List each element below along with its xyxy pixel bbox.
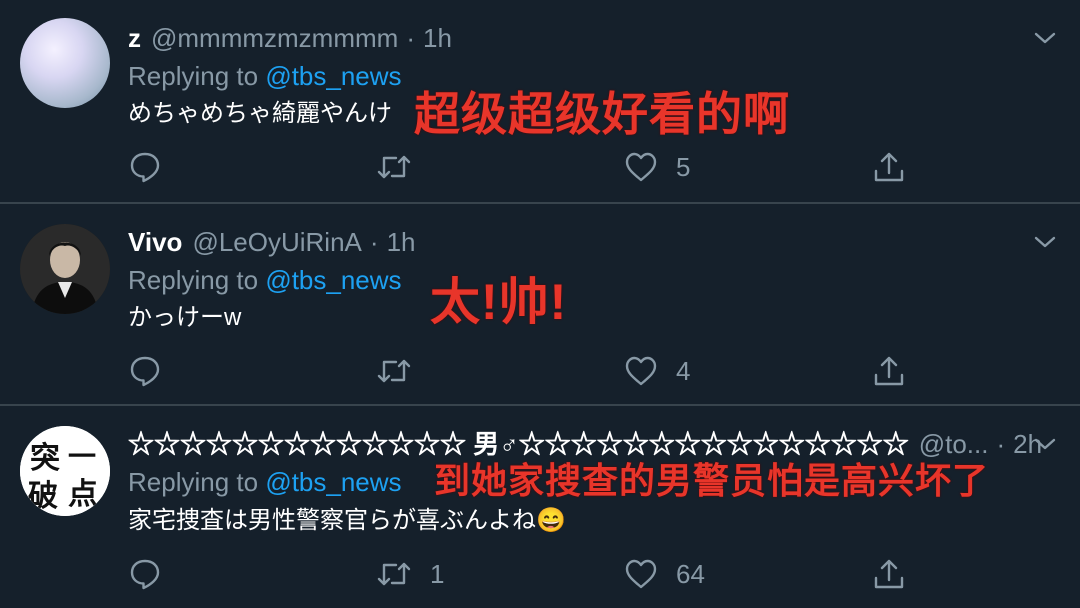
tweet-header: Vivo @LeOyUiRinA · 1h <box>128 224 415 260</box>
display-name[interactable]: ☆☆☆☆☆☆☆☆☆☆☆☆☆ 男♂☆☆☆☆☆☆☆☆☆☆☆☆☆☆☆ <box>128 426 909 462</box>
retweet-count: 1 <box>430 559 445 589</box>
tweet-actions: 4 <box>128 351 928 391</box>
user-handle[interactable]: @to... <box>919 426 989 462</box>
retweet-button[interactable]: 1 <box>376 554 444 594</box>
retweet-button[interactable] <box>376 147 430 187</box>
reply-icon <box>130 559 160 590</box>
separator-dot: · <box>996 429 1006 459</box>
avatar[interactable] <box>20 18 110 108</box>
retweet-icon <box>377 155 411 179</box>
tweet-text: 家宅捜査は男性警察官らが喜ぶんよね😄 <box>128 507 566 534</box>
share-icon <box>874 559 904 589</box>
person-photo-icon <box>20 224 110 314</box>
tweet[interactable]: Vivo @LeOyUiRinA · 1h Replying to @tbs_n… <box>0 204 1080 405</box>
heart-icon <box>625 152 657 182</box>
chevron-down-icon[interactable] <box>1032 434 1058 454</box>
tweet-text: かっけーw <box>128 304 242 331</box>
overlay-caption: 太!帅! <box>430 274 568 330</box>
share-icon <box>874 356 904 386</box>
avatar[interactable]: 一 点 突 破 <box>20 426 110 516</box>
retweet-button[interactable] <box>376 351 430 391</box>
replying-to: Replying to @tbs_news <box>128 464 402 500</box>
separator-dot: · <box>406 23 415 53</box>
like-count: 5 <box>676 152 691 182</box>
mention-link[interactable]: @tbs_news <box>265 265 401 295</box>
tweet-header: ☆☆☆☆☆☆☆☆☆☆☆☆☆ 男♂☆☆☆☆☆☆☆☆☆☆☆☆☆☆☆ @to... ·… <box>128 426 1042 462</box>
calligraphy-logo-icon: 一 点 突 破 <box>20 426 110 516</box>
retweet-icon <box>377 359 411 383</box>
mention-link[interactable]: @tbs_news <box>265 61 401 91</box>
svg-text:点: 点 <box>68 477 98 512</box>
chevron-down-icon[interactable] <box>1032 232 1058 252</box>
reply-button[interactable] <box>128 554 180 594</box>
timestamp[interactable]: 1h <box>387 224 416 260</box>
tweet-actions: 5 <box>128 147 928 187</box>
tweet-header: z @mmmmzmzmmmm · 1h <box>128 20 452 56</box>
replying-to: Replying to @tbs_news <box>128 262 402 298</box>
svg-text:破: 破 <box>28 479 58 514</box>
chevron-down-icon[interactable] <box>1032 28 1058 48</box>
like-button[interactable]: 5 <box>624 147 690 187</box>
share-button[interactable] <box>872 351 906 391</box>
tweet[interactable]: z @mmmmzmzmmmm · 1h Replying to @tbs_new… <box>0 0 1080 203</box>
tweet-text: めちゃめちゃ綺麗やんけ <box>128 100 392 127</box>
overlay-caption: 到她家搜查的男警员怕是高兴坏了 <box>434 460 990 501</box>
display-name[interactable]: z <box>128 20 141 56</box>
like-button[interactable]: 64 <box>624 554 705 594</box>
like-count: 64 <box>676 559 705 589</box>
user-handle[interactable]: @mmmmzmzmmmm <box>151 20 398 56</box>
user-handle[interactable]: @LeOyUiRinA <box>192 224 361 260</box>
share-button[interactable] <box>872 147 906 187</box>
retweet-icon <box>377 562 411 586</box>
overlay-caption: 超级超级好看的啊 <box>414 88 790 140</box>
replying-to-label: Replying to <box>128 265 266 295</box>
svg-text:突: 突 <box>30 441 60 476</box>
reply-icon <box>130 152 160 183</box>
replying-to-label: Replying to <box>128 467 266 497</box>
reply-button[interactable] <box>128 351 180 391</box>
replying-to: Replying to @tbs_news <box>128 58 402 94</box>
heart-icon <box>625 356 657 386</box>
reply-button[interactable] <box>128 147 180 187</box>
share-button[interactable] <box>872 554 906 594</box>
reply-icon <box>130 356 160 387</box>
timestamp[interactable]: 1h <box>423 20 452 56</box>
tweet-actions: 1 64 <box>128 554 928 594</box>
display-name[interactable]: Vivo <box>128 224 182 260</box>
like-count: 4 <box>676 356 691 386</box>
share-icon <box>874 152 904 182</box>
separator-dot: · <box>369 227 379 257</box>
avatar[interactable] <box>20 224 110 314</box>
tweet[interactable]: 一 点 突 破 ☆☆☆☆☆☆☆☆☆☆☆☆☆ 男♂☆☆☆☆☆☆☆☆☆☆☆☆☆☆☆ … <box>0 406 1080 608</box>
timeline: z @mmmmzmzmmmm · 1h Replying to @tbs_new… <box>0 0 1080 608</box>
like-button[interactable]: 4 <box>624 351 690 391</box>
heart-icon <box>625 559 657 589</box>
mention-link[interactable]: @tbs_news <box>265 467 401 497</box>
replying-to-label: Replying to <box>128 61 266 91</box>
svg-text:一: 一 <box>68 440 96 473</box>
